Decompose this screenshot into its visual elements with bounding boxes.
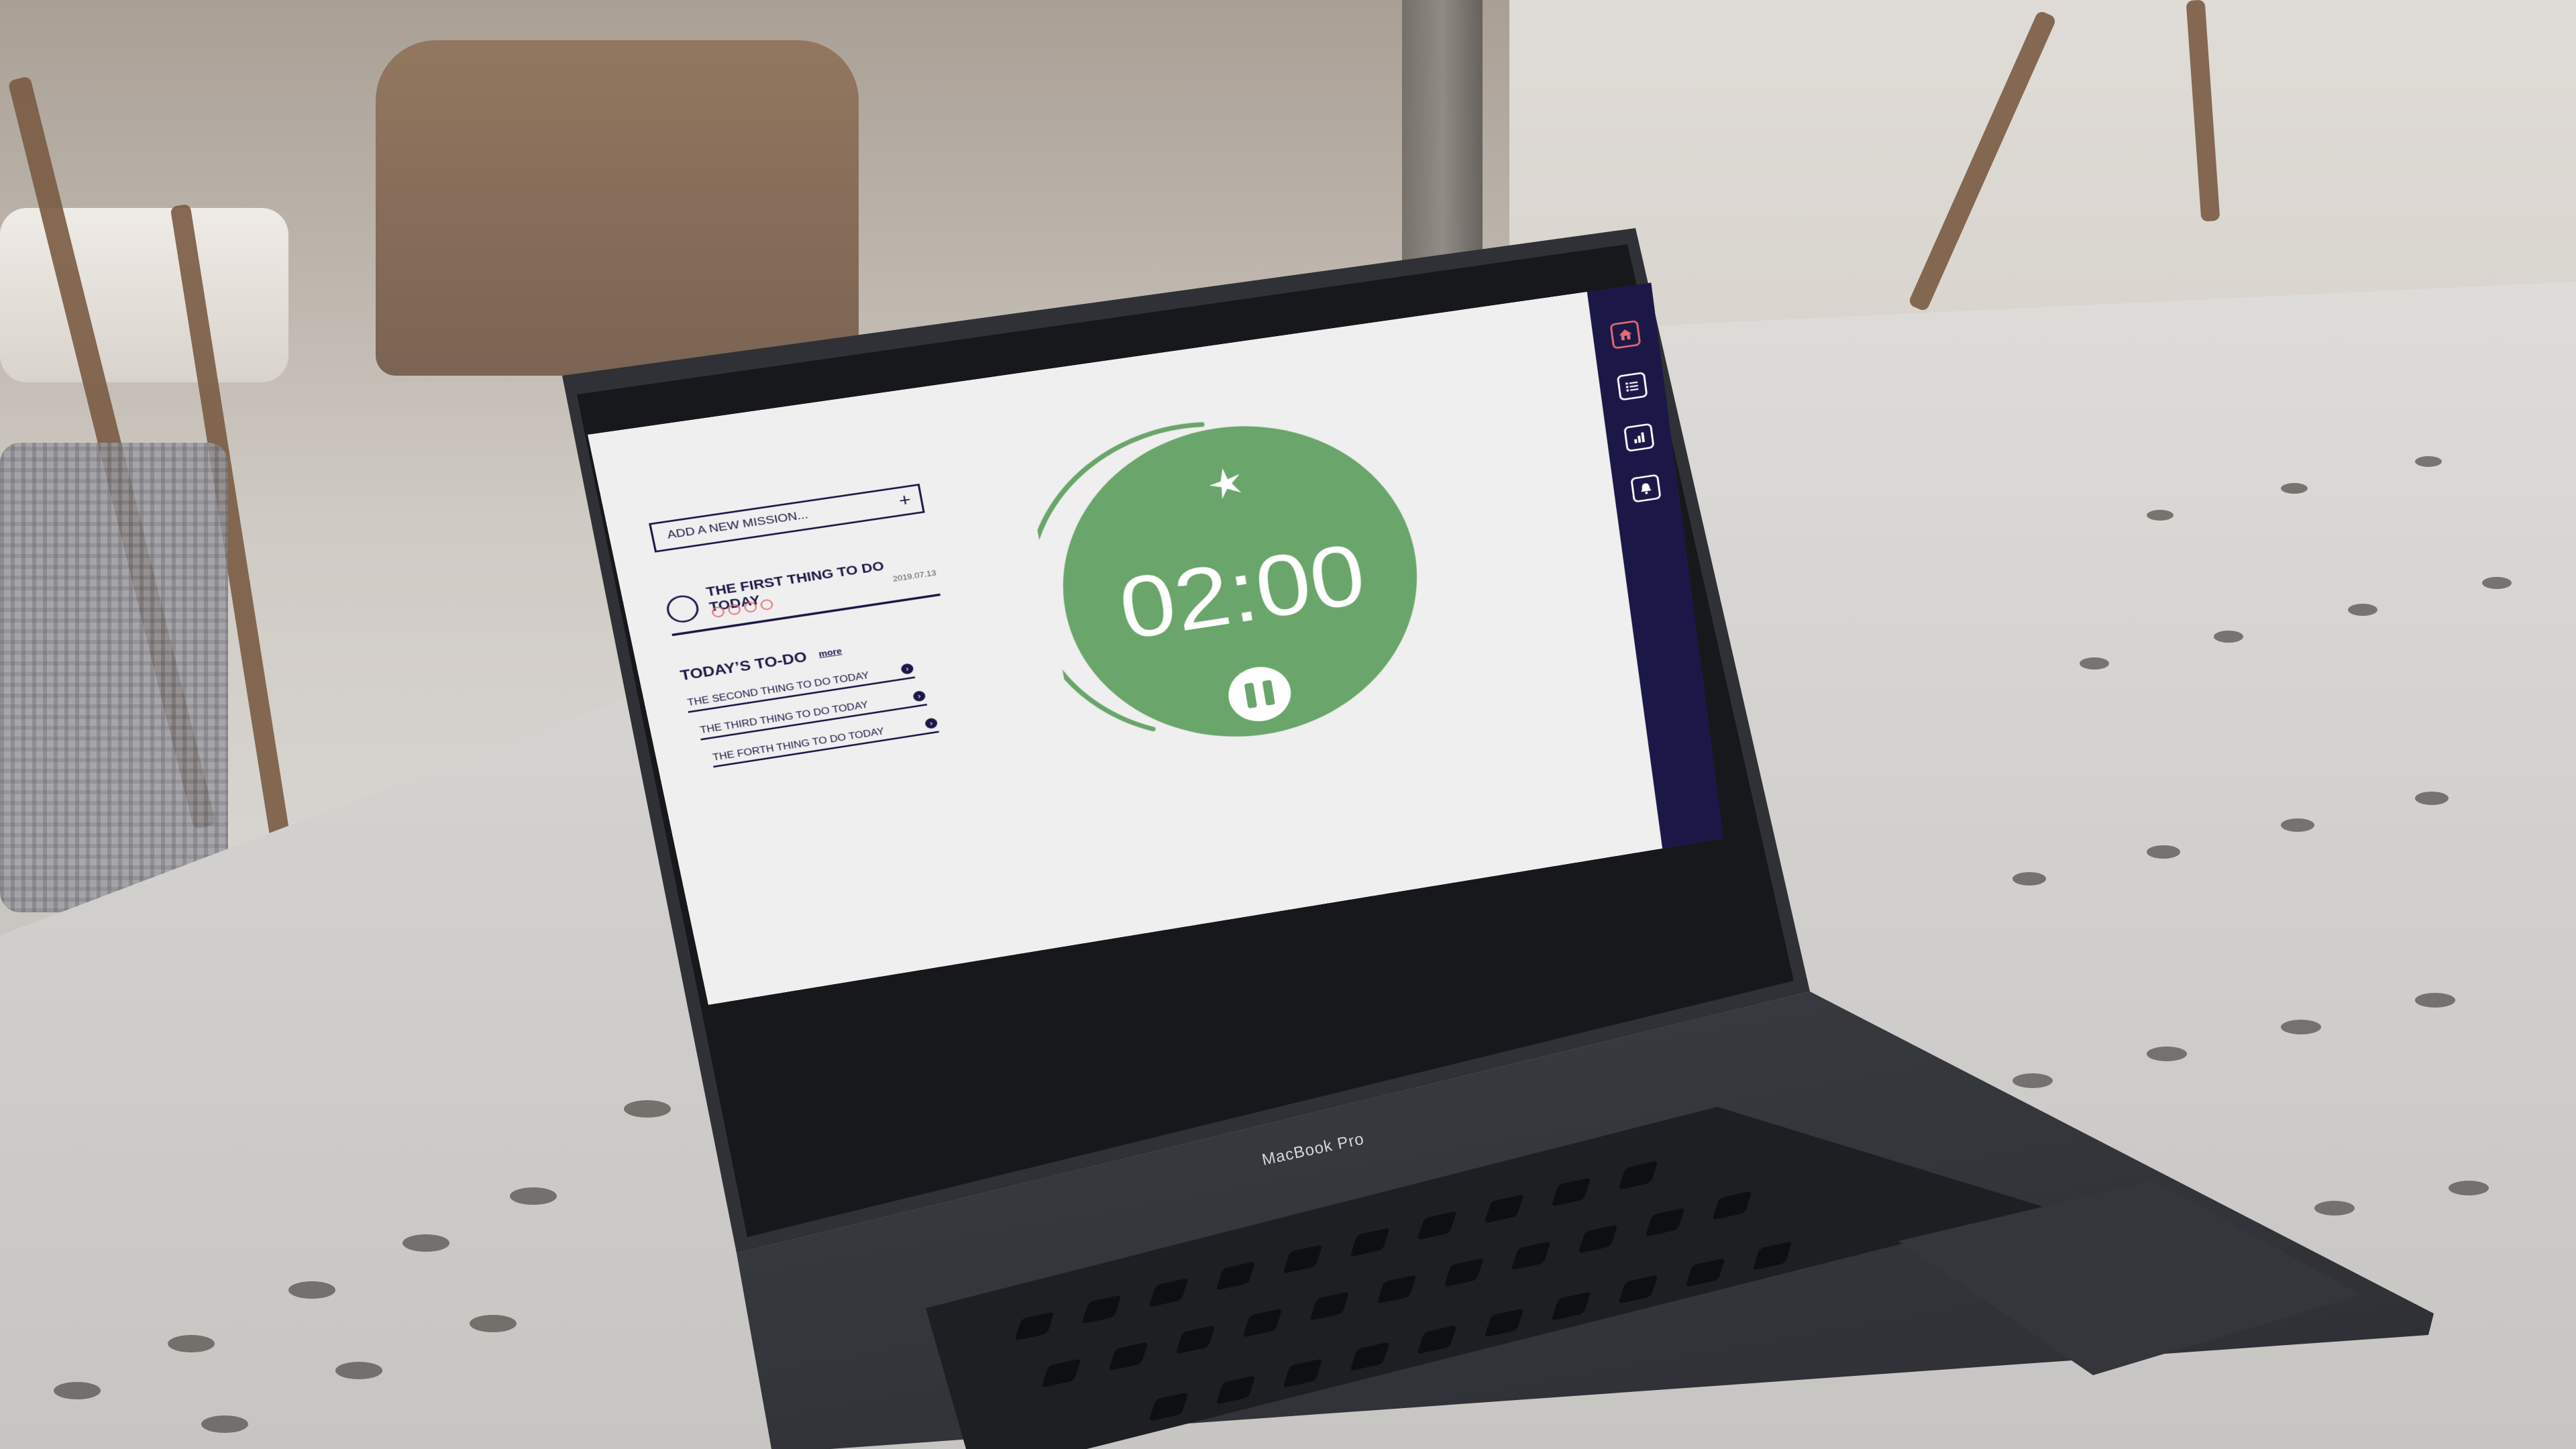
- table-hole: [54, 1382, 101, 1399]
- chevron-right-icon[interactable]: ›: [912, 690, 926, 702]
- rating-dot[interactable]: [727, 604, 741, 616]
- table-hole: [2415, 993, 2455, 1008]
- table-hole: [2147, 845, 2180, 859]
- table-hole: [2348, 604, 2377, 616]
- table-hole: [510, 1187, 557, 1205]
- table-hole: [470, 1315, 517, 1332]
- background-mesh-chair: [0, 443, 228, 912]
- bar-chart-icon: [1630, 429, 1648, 446]
- rating-dot[interactable]: [759, 598, 773, 610]
- sidebar-item-stats[interactable]: [1623, 423, 1654, 452]
- table-hole: [2415, 456, 2442, 467]
- table-hole: [2415, 792, 2449, 805]
- table-hole: [2147, 510, 2174, 521]
- table-hole: [2314, 1201, 2355, 1216]
- first-task: THE FIRST THING TO DO TODAY 2019.07.13: [662, 547, 940, 634]
- table-hole: [201, 1415, 248, 1433]
- table-hole: [288, 1281, 335, 1299]
- add-mission-input[interactable]: ADD A NEW MISSION... +: [649, 484, 925, 553]
- background-sofa: [376, 40, 859, 376]
- pause-icon: [1263, 680, 1275, 706]
- table-hole: [2449, 1181, 2489, 1195]
- leaf-icon: [1203, 463, 1248, 503]
- table-hole: [2281, 1020, 2321, 1034]
- table-hole: [2147, 1046, 2187, 1061]
- more-link[interactable]: more: [818, 646, 843, 659]
- sidebar-item-list[interactable]: [1617, 372, 1648, 401]
- add-mission-button[interactable]: +: [898, 491, 912, 511]
- table-hole: [335, 1362, 382, 1379]
- chevron-right-icon[interactable]: ›: [900, 663, 914, 675]
- task-checkbox[interactable]: [664, 593, 701, 625]
- pause-icon: [1244, 682, 1257, 708]
- add-mission-placeholder: ADD A NEW MISSION...: [666, 508, 809, 542]
- table-hole: [2214, 631, 2243, 643]
- list-icon: [1623, 378, 1642, 395]
- background-cushion: [0, 208, 288, 382]
- bell-icon: [1637, 480, 1655, 496]
- table-hole: [2080, 657, 2109, 669]
- home-icon: [1616, 326, 1635, 343]
- sidebar-item-home[interactable]: [1609, 320, 1641, 350]
- table-hole: [2281, 483, 2308, 494]
- table-hole: [402, 1234, 449, 1252]
- rating-dot[interactable]: [743, 601, 757, 613]
- table-hole: [2012, 872, 2046, 885]
- rating-dot[interactable]: [711, 606, 725, 618]
- table-hole: [168, 1335, 215, 1352]
- table-hole: [2281, 818, 2314, 832]
- table-hole: [2482, 577, 2512, 589]
- chevron-right-icon[interactable]: ›: [924, 717, 938, 729]
- table-hole: [2012, 1073, 2053, 1088]
- table-hole: [624, 1100, 671, 1118]
- sidebar-item-notifications[interactable]: [1630, 474, 1661, 502]
